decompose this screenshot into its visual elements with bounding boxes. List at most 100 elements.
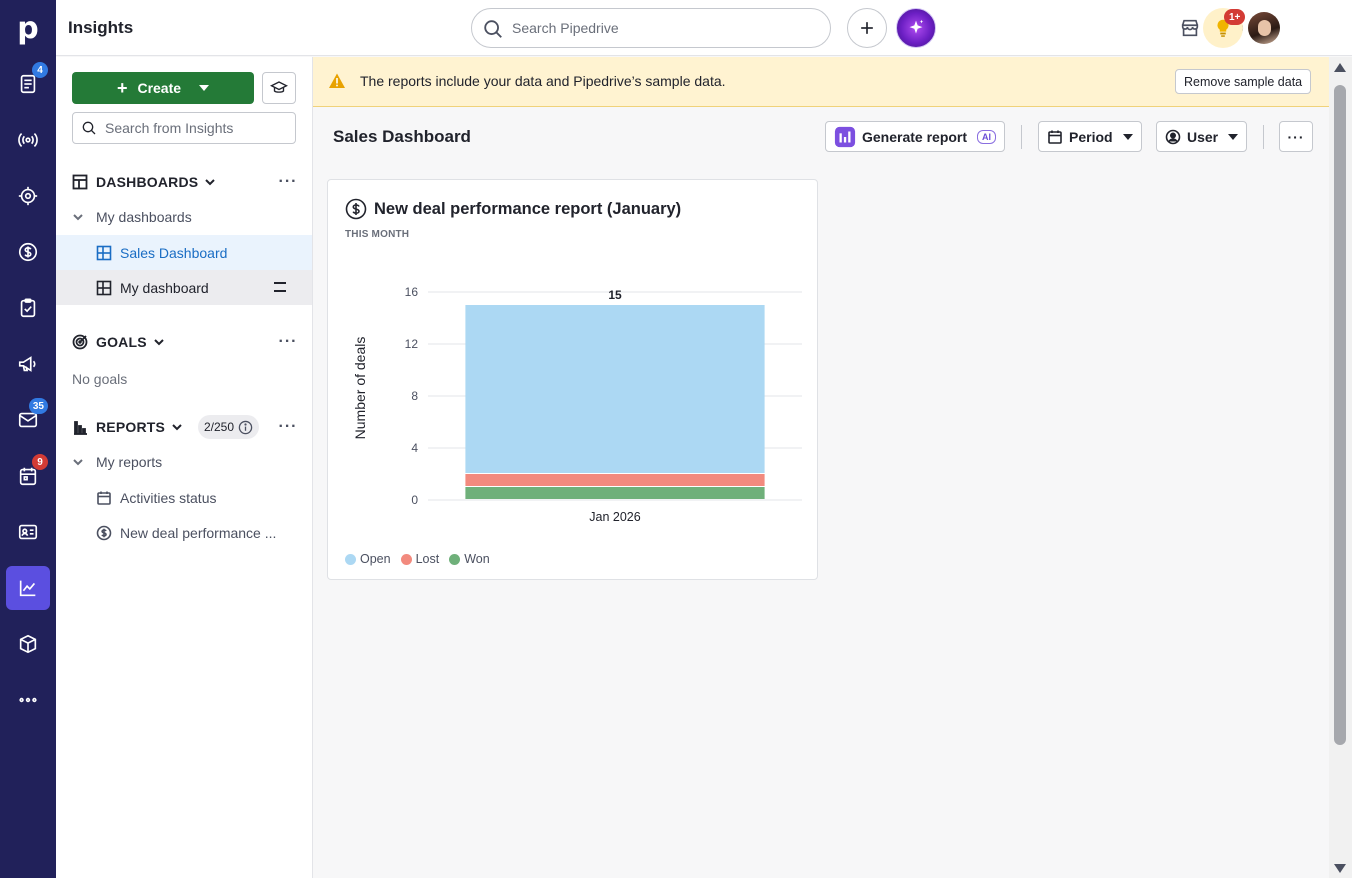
legend-swatch xyxy=(345,553,356,565)
user-label: User xyxy=(1187,128,1219,145)
contacts-card-icon[interactable] xyxy=(6,510,50,554)
leads-badge: 4 xyxy=(32,62,48,78)
page-scrollbar[interactable] xyxy=(1329,57,1352,878)
dashboard-grid-icon xyxy=(72,174,88,190)
global-search-placeholder: Search Pipedrive xyxy=(512,20,619,36)
bar-segment-open[interactable] xyxy=(465,305,765,473)
calendar-icon[interactable]: 9 xyxy=(6,454,50,498)
chevron-down-icon xyxy=(73,458,83,465)
report-card[interactable]: New deal performance report (January) TH… xyxy=(327,179,818,580)
legend-label: Won xyxy=(464,552,490,566)
sidebar-item-my-dashboard[interactable]: My dashboard xyxy=(56,270,312,305)
insights-search-placeholder: Search from Insights xyxy=(105,120,234,136)
chevron-down-icon xyxy=(172,424,182,431)
no-goals-text: No goals xyxy=(72,371,128,387)
caret-down-icon xyxy=(1122,133,1133,140)
top-bar: Insights Search Pipedrive 1+ xyxy=(56,0,1352,56)
page-title: Insights xyxy=(68,18,134,37)
calendar-badge: 9 xyxy=(32,454,48,470)
y-axis-label: Number of deals xyxy=(352,337,368,440)
dollar-circle-icon xyxy=(96,525,112,540)
toolbar-divider xyxy=(1263,125,1264,149)
dollar-circle-icon xyxy=(345,198,367,220)
scroll-down-arrow[interactable] xyxy=(1334,864,1346,873)
pipedrive-logo[interactable]: p xyxy=(0,0,56,56)
report-period: THIS MONTH xyxy=(345,229,410,240)
legend-item-open[interactable]: Open xyxy=(345,552,391,566)
chevron-down-icon xyxy=(73,213,83,220)
notification-badge: 1+ xyxy=(1224,9,1246,25)
campaigns-megaphone-icon[interactable] xyxy=(6,342,50,386)
drag-handle-icon[interactable] xyxy=(274,282,286,292)
sidebar-item-new-deal-performance[interactable]: New deal performance ... xyxy=(56,515,312,550)
user-avatar[interactable] xyxy=(1248,12,1280,44)
academy-button[interactable] xyxy=(262,72,296,104)
create-button[interactable]: + Create xyxy=(72,72,254,104)
broadcast-icon[interactable] xyxy=(6,118,50,162)
dashboards-section-toggle[interactable]: DASHBOARDS xyxy=(72,170,216,194)
bar-total-label: 15 xyxy=(608,288,622,302)
report-title: New deal performance report (January) xyxy=(374,200,682,218)
tasks-clipboard-icon[interactable] xyxy=(6,286,50,330)
chevron-down-icon xyxy=(154,339,164,346)
period-filter-button[interactable]: Period xyxy=(1038,121,1142,152)
dashboards-more-button[interactable]: ··· xyxy=(278,172,298,192)
bar-segment-won[interactable] xyxy=(465,487,765,499)
plus-icon xyxy=(861,22,873,34)
marketplace-icon[interactable] xyxy=(1176,14,1204,42)
goals-section-toggle[interactable]: GOALS xyxy=(72,330,165,354)
reports-more-button[interactable]: ··· xyxy=(278,417,298,437)
caret-down-icon xyxy=(1228,133,1239,140)
sample-data-banner: The reports include your data and Pipedr… xyxy=(313,57,1329,107)
insights-chart-icon[interactable] xyxy=(6,566,50,610)
scroll-up-arrow[interactable] xyxy=(1334,63,1346,72)
sidebar-item-activities-status[interactable]: Activities status xyxy=(56,480,312,515)
bar-chart-icon xyxy=(74,421,87,435)
generate-report-button[interactable]: Generate report AI xyxy=(825,121,1006,152)
leads-icon[interactable]: 4 xyxy=(6,62,50,106)
dashboard-title: Sales Dashboard xyxy=(333,127,471,146)
bar-segment-lost[interactable] xyxy=(465,474,765,486)
my-dashboards-label: My dashboards xyxy=(96,208,192,225)
reports-section-toggle[interactable]: REPORTS xyxy=(72,415,183,439)
create-button-label: Create xyxy=(137,80,182,96)
mail-icon[interactable]: 35 xyxy=(6,398,50,442)
insights-search-input[interactable]: Search from Insights xyxy=(72,112,296,144)
graduation-cap-icon xyxy=(270,81,288,93)
sidebar-item-label: Sales Dashboard xyxy=(120,244,228,261)
legend-item-lost[interactable]: Lost xyxy=(400,552,440,566)
remove-sample-data-button[interactable]: Remove sample data xyxy=(1175,69,1312,94)
global-search-input[interactable]: Search Pipedrive xyxy=(471,8,831,48)
ai-assistant-button[interactable] xyxy=(896,8,936,48)
legend-item-won[interactable]: Won xyxy=(449,552,490,566)
sidebar-item-label: My dashboard xyxy=(120,279,209,296)
y-tick-label: 16 xyxy=(405,285,419,299)
reports-quota-badge: 2/250 xyxy=(198,415,260,439)
sidebar-item-sales-dashboard[interactable]: Sales Dashboard xyxy=(56,235,312,270)
goals-more-button[interactable]: ··· xyxy=(278,332,298,352)
toolbar-divider xyxy=(1021,125,1022,149)
my-dashboards-group[interactable]: My dashboards xyxy=(56,199,312,234)
y-tick-label: 0 xyxy=(411,493,418,507)
target-icon[interactable] xyxy=(6,174,50,218)
deal-performance-chart: Number of deals 0 4 8 12 16 15 Jan 2026 xyxy=(352,285,802,524)
sparkle-icon xyxy=(909,19,924,34)
reports-heading: REPORTS xyxy=(96,419,166,435)
dashboard-grid-icon xyxy=(96,280,112,295)
deals-dollar-icon[interactable] xyxy=(6,230,50,274)
products-box-icon[interactable] xyxy=(6,622,50,666)
user-filter-button[interactable]: User xyxy=(1156,121,1248,152)
y-tick-label: 4 xyxy=(411,441,418,455)
goal-target-icon xyxy=(72,334,88,350)
user-circle-icon xyxy=(1165,129,1181,144)
quick-add-button[interactable] xyxy=(847,8,887,48)
my-reports-group[interactable]: My reports xyxy=(56,444,312,479)
scroll-thumb[interactable] xyxy=(1334,85,1346,745)
x-tick-label: Jan 2026 xyxy=(589,510,640,524)
mail-badge: 35 xyxy=(28,398,48,414)
info-icon[interactable] xyxy=(238,420,253,435)
more-dots-icon[interactable] xyxy=(6,678,50,722)
insights-sidebar: + Create Search from Insights DASHBOARDS… xyxy=(56,57,313,878)
dashboard-more-button[interactable]: ··· xyxy=(1279,121,1313,152)
legend-label: Lost xyxy=(415,552,440,566)
